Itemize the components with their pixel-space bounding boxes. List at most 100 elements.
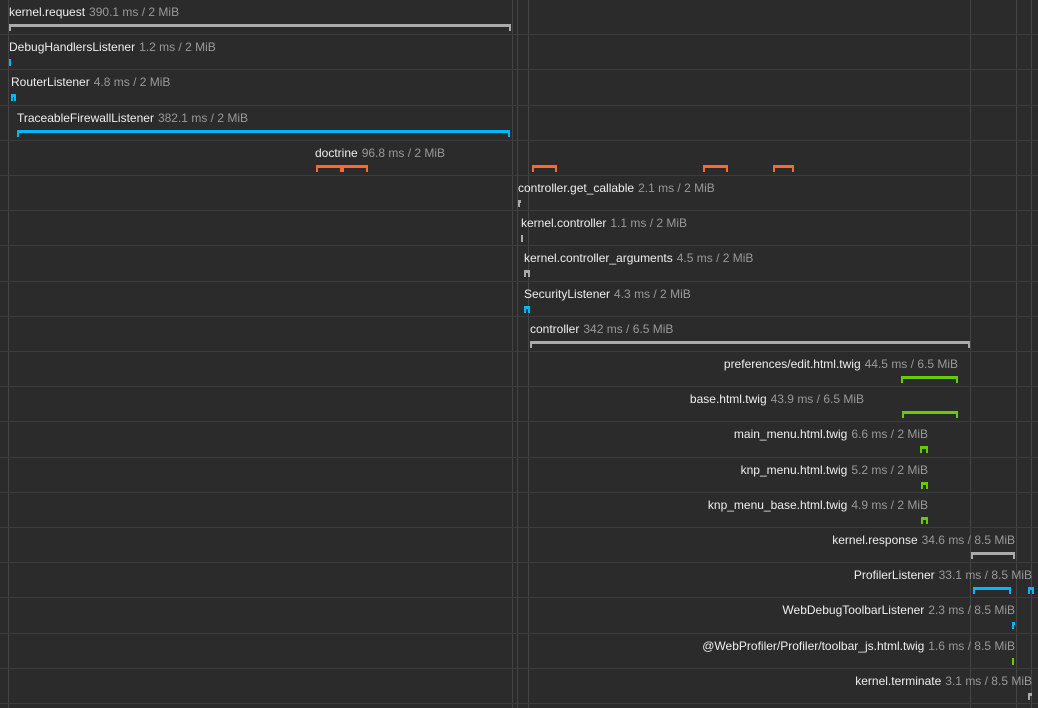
period-end-marker [726, 165, 728, 172]
event-row-controller[interactable]: controller 342 ms / 6.5 MiB [0, 317, 1038, 352]
event-label: SecurityListener 4.3 ms / 2 MiB [524, 287, 691, 301]
event-row-profilerlistener[interactable]: ProfilerListener 33.1 ms / 8.5 MiB [0, 563, 1038, 598]
event-row-kernel-terminate[interactable]: kernel.terminate 3.1 ms / 8.5 MiB [0, 669, 1038, 704]
event-duration-memory: 4.5 ms / 2 MiB [676, 251, 754, 265]
event-row-base-html-twig[interactable]: base.html.twig 43.9 ms / 6.5 MiB [0, 387, 1038, 422]
event-row-preferences-edit-html-twig[interactable]: preferences/edit.html.twig 44.5 ms / 6.5 … [0, 352, 1038, 387]
event-label: RouterListener 4.8 ms / 2 MiB [11, 75, 170, 89]
event-name: knp_menu_base.html.twig [707, 498, 848, 512]
event-label: DebugHandlersListener 1.2 ms / 2 MiB [9, 40, 216, 54]
period-end-marker [968, 341, 970, 348]
period-start-marker [1012, 658, 1014, 665]
event-row-traceablefirewalllistener[interactable]: TraceableFirewallListener 382.1 ms / 2 Mi… [0, 106, 1038, 141]
event-name: knp_menu.html.twig [740, 463, 848, 477]
event-label: knp_menu_base.html.twig 4.9 ms / 2 MiB [708, 498, 928, 512]
event-label: preferences/edit.html.twig 44.5 ms / 6.5 … [724, 357, 958, 371]
period-start-marker [1028, 587, 1030, 594]
event-row-debughandlerslistener[interactable]: DebugHandlersListener 1.2 ms / 2 MiB [0, 35, 1038, 70]
event-duration-memory: 44.5 ms / 6.5 MiB [864, 357, 958, 371]
event-duration-memory: 2.1 ms / 2 MiB [638, 181, 715, 195]
event-duration-memory: 4.3 ms / 2 MiB [614, 287, 691, 301]
event-name: doctrine [315, 146, 358, 160]
event-name: main_menu.html.twig [733, 427, 848, 441]
period-start-marker [530, 341, 532, 348]
event-label: kernel.controller 1.1 ms / 2 MiB [521, 216, 687, 230]
event-row-kernel-controller-arguments[interactable]: kernel.controller_arguments 4.5 ms / 2 Mi… [0, 246, 1038, 282]
period-end-marker [926, 446, 928, 453]
period-start-marker [901, 376, 903, 383]
event-duration-memory: 390.1 ms / 2 MiB [89, 5, 180, 19]
period-end-marker [528, 306, 530, 313]
event-label: controller.get_callable 2.1 ms / 2 MiB [518, 181, 715, 195]
event-period-bar [17, 130, 510, 133]
period-start-marker [532, 165, 534, 172]
event-period-bar [971, 552, 1015, 555]
event-period-bar [530, 341, 970, 344]
timeline-canvas: kernel.request 390.1 ms / 2 MiB DebugHandl… [0, 0, 1038, 708]
event-period-bar [9, 24, 511, 27]
event-name: kernel.response [832, 533, 918, 547]
event-row-kernel-response[interactable]: kernel.response 34.6 ms / 8.5 MiB [0, 528, 1038, 563]
event-row-doctrine[interactable]: doctrine 96.8 ms / 2 MiB [0, 141, 1038, 176]
event-name: controller.get_callable [518, 181, 635, 195]
event-row-webprofiler-profiler-toolbar-js-html-twig[interactable]: @WebProfiler/Profiler/toolbar_js.html.tw… [0, 634, 1038, 669]
event-label: base.html.twig 43.9 ms / 6.5 MiB [690, 392, 864, 406]
period-end-marker [555, 165, 557, 172]
event-duration-memory: 4.9 ms / 2 MiB [851, 498, 928, 512]
event-label: kernel.controller_arguments 4.5 ms / 2 Mi… [524, 251, 753, 265]
event-row-securitylistener[interactable]: SecurityListener 4.3 ms / 2 MiB [0, 282, 1038, 317]
event-row-knp-menu-base-html-twig[interactable]: knp_menu_base.html.twig 4.9 ms / 2 MiB [0, 493, 1038, 528]
event-row-kernel-controller[interactable]: kernel.controller 1.1 ms / 2 MiB [0, 211, 1038, 246]
event-name: WebDebugToolbarListener [782, 603, 925, 617]
event-duration-memory: 1.6 ms / 8.5 MiB [928, 639, 1015, 653]
event-duration-memory: 3.1 ms / 8.5 MiB [945, 674, 1032, 688]
period-end-marker [792, 165, 794, 172]
period-start-marker [518, 200, 520, 207]
event-name: TraceableFirewallListener [17, 111, 154, 125]
event-name: RouterListener [11, 75, 90, 89]
event-period-bar [316, 165, 342, 168]
event-row-kernel-request[interactable]: kernel.request 390.1 ms / 2 MiB [0, 0, 1038, 35]
period-end-marker [366, 165, 368, 172]
period-start-marker [921, 517, 923, 524]
event-label: kernel.request 390.1 ms / 2 MiB [9, 5, 179, 19]
event-label: main_menu.html.twig 6.6 ms / 2 MiB [734, 427, 928, 441]
event-duration-memory: 342 ms / 6.5 MiB [583, 322, 674, 336]
event-duration-memory: 2.3 ms / 8.5 MiB [928, 603, 1015, 617]
event-period-bar [703, 165, 728, 168]
period-end-marker [926, 482, 928, 489]
event-label: kernel.terminate 3.1 ms / 8.5 MiB [855, 674, 1032, 688]
event-duration-memory: 33.1 ms / 8.5 MiB [938, 568, 1032, 582]
event-name: base.html.twig [689, 392, 767, 406]
period-start-marker [773, 165, 775, 172]
event-row-webdebugtoolbarlistener[interactable]: WebDebugToolbarListener 2.3 ms / 8.5 MiB [0, 598, 1038, 634]
event-period-bar [773, 165, 794, 168]
period-end-marker [926, 517, 928, 524]
period-start-marker [524, 270, 526, 277]
event-row-knp-menu-html-twig[interactable]: knp_menu.html.twig 5.2 ms / 2 MiB [0, 458, 1038, 493]
period-end-marker [1013, 552, 1015, 559]
period-start-marker [973, 587, 975, 594]
event-duration-memory: 34.6 ms / 8.5 MiB [921, 533, 1015, 547]
event-label: @WebProfiler/Profiler/toolbar_js.html.tw… [702, 639, 1015, 653]
event-name: kernel.controller [521, 216, 607, 230]
event-duration-memory: 43.9 ms / 6.5 MiB [770, 392, 864, 406]
period-end-marker [14, 94, 16, 101]
period-start-marker [316, 165, 318, 172]
event-label: TraceableFirewallListener 382.1 ms / 2 Mi… [17, 111, 248, 125]
event-duration-memory: 96.8 ms / 2 MiB [361, 146, 446, 160]
period-start-marker [971, 552, 973, 559]
event-row-controller-get-callable[interactable]: controller.get_callable 2.1 ms / 2 MiB [0, 176, 1038, 211]
period-start-marker [921, 482, 923, 489]
event-name: ProfilerListener [853, 568, 935, 582]
event-duration-memory: 6.6 ms / 2 MiB [851, 427, 928, 441]
period-end-marker [509, 24, 511, 31]
period-start-marker [920, 446, 922, 453]
event-label: controller 342 ms / 6.5 MiB [530, 322, 673, 336]
event-duration-memory: 382.1 ms / 2 MiB [157, 111, 248, 125]
period-start-marker [17, 130, 19, 137]
period-end-marker [1009, 587, 1011, 594]
event-duration-memory: 4.8 ms / 2 MiB [93, 75, 171, 89]
event-row-main-menu-html-twig[interactable]: main_menu.html.twig 6.6 ms / 2 MiB [0, 422, 1038, 458]
event-row-routerlistener[interactable]: RouterListener 4.8 ms / 2 MiB [0, 70, 1038, 106]
